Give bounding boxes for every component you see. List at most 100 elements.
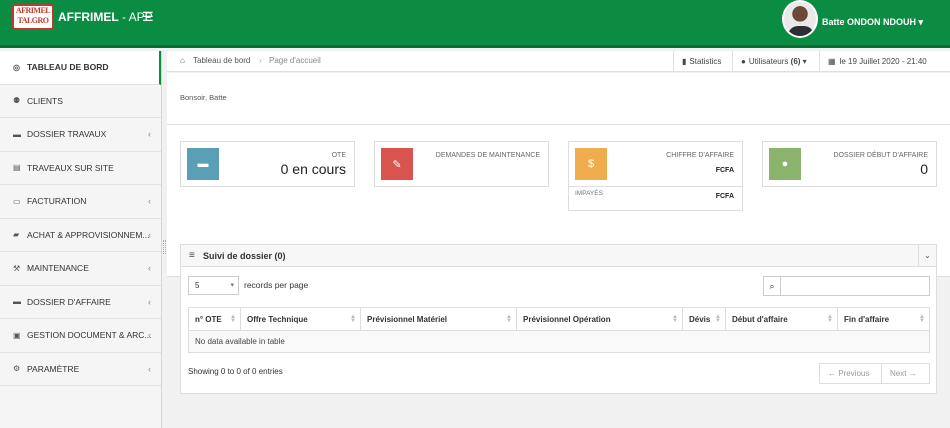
dossier-card-label: DOSSIER DÉBUT D'AFFAIRE (833, 152, 928, 159)
sidebar-item-tableau-de-bord[interactable]: ◎ TABLEAU DE BORD (0, 51, 161, 85)
sidebar-item-label: CLIENTS (27, 95, 63, 106)
column-label: Prévisionnel Matériel (367, 314, 448, 324)
sidebar-item-label: TABLEAU DE BORD (27, 62, 109, 73)
app-brand[interactable]: AFFRIMEL - APP (58, 10, 153, 24)
entries-info: Showing 0 to 0 of 0 entries (188, 367, 283, 376)
chevron-left-icon: ‹ (148, 363, 151, 374)
sidebar-item-achat[interactable]: ▰ ACHAT & APPROVISIONNEM... ‹ (0, 219, 161, 252)
breadcrumb: ⌂ Tableau de bord › Page d'accueil ▮ Sta… (167, 51, 950, 72)
column-header-prev-materiel[interactable]: Prévisionnel Matériel ▲ ▼ (360, 307, 517, 331)
file-icon: ▤ (13, 163, 21, 173)
date-display: ▦ le 19 Juillet 2020 - 21:40 (819, 51, 950, 72)
sidebar-item-clients[interactable]: ⚉ CLIENTS (0, 85, 161, 118)
truck-icon: ▰ (13, 230, 20, 240)
table-row: No data available in table (188, 330, 930, 353)
sidebar-item-gestion-document[interactable]: ▣ GESTION DOCUMENT & ARC... ‹ (0, 319, 161, 353)
sidebar-resize-handle[interactable] (163, 240, 166, 254)
user-menu[interactable]: Batte ONDON NDOUH ▾ (822, 17, 923, 28)
top-navbar: AFRIMEL TALGRO AFFRIMEL - APP ☰ Batte ON… (0, 0, 950, 48)
empty-table-message: No data available in table (188, 330, 930, 353)
records-per-page-label: records per page (244, 280, 309, 290)
column-label: Offre Technique (247, 314, 308, 324)
impayes-label: IMPAYÉS (575, 190, 603, 197)
greeting-section: Bonsoir, Batte (167, 73, 950, 125)
column-label: n° OTE (195, 314, 222, 324)
sidebar-item-dossier-affaire[interactable]: ▬ DOSSIER D'AFFAIRE ‹ (0, 286, 161, 319)
sidebar-item-facturation[interactable]: ▭ FACTURATION ‹ (0, 185, 161, 219)
home-icon: ⌂ (180, 56, 185, 65)
search-input[interactable] (780, 276, 930, 296)
column-label: Fin d'affaire (844, 314, 890, 324)
sort-icon: ▲ ▼ (506, 314, 512, 324)
sort-icon: ▲ ▼ (672, 314, 678, 324)
user-avatar[interactable] (782, 0, 818, 38)
user-icon: ● (769, 148, 801, 180)
logo-text-bottom: TALGRO (17, 16, 49, 25)
dollar-icon: $ (575, 148, 607, 180)
ote-card[interactable]: ▬ OTE 0 en cours (180, 141, 355, 187)
sidebar-item-label: FACTURATION (27, 196, 87, 207)
collapse-chevron-icon[interactable]: ⌄ (918, 245, 936, 267)
caret-down-icon: ▾ (916, 17, 924, 27)
company-logo[interactable]: AFRIMEL TALGRO (12, 4, 54, 30)
sidebar-item-dossier-travaux[interactable]: ▬ DOSSIER TRAVAUX ‹ (0, 118, 161, 152)
chevron-left-icon: ‹ (148, 296, 151, 307)
column-label: Début d'affaire (732, 314, 788, 324)
sidebar-item-label: TRAVEAUX SUR SITE (27, 162, 114, 173)
column-header-fin[interactable]: Fin d'affaire ▲ ▼ (837, 307, 930, 331)
chevron-left-icon: ‹ (148, 129, 151, 140)
column-label: Prévisionnel Opération (523, 314, 611, 324)
chevron-left-icon: ‹ (148, 229, 151, 240)
page-size-value: 5 (195, 281, 200, 290)
caret-down-icon: ▾ (230, 282, 234, 289)
sidebar-item-label: DOSSIER TRAVAUX (27, 129, 107, 140)
credit-card-icon: ▭ (13, 196, 21, 206)
dashboard-icon: ◎ (13, 62, 20, 72)
column-header-debut[interactable]: Début d'affaire ▲ ▼ (725, 307, 838, 331)
breadcrumb-home[interactable]: Tableau de bord (193, 56, 250, 65)
next-button[interactable]: Next → (881, 363, 930, 384)
suivi-dossier-panel: ≡ Suivi de dossier (0) ⌄ 5 ▾ records per… (180, 244, 937, 394)
users-icon: ⚉ (13, 96, 21, 106)
dossier-table: n° OTE ▲ ▼ Offre Technique ▲ ▼ Prévisionnel … (188, 307, 930, 353)
maintenance-card-label: DEMANDES DE MAINTENANCE (435, 152, 540, 159)
logo-text-top: AFRIMEL (15, 6, 51, 15)
sidebar-item-parametre[interactable]: ⚙ PARAMÈTRE ‹ (0, 353, 161, 386)
ote-card-value: 0 en cours (280, 161, 346, 177)
folder-icon: ▬ (13, 129, 21, 139)
chevron-left-icon: ‹ (148, 330, 151, 341)
sort-icon: ▲ ▼ (715, 314, 721, 324)
breadcrumb-separator: › (259, 56, 262, 65)
chevron-left-icon: ‹ (148, 196, 151, 207)
greeting-text: Bonsoir, Batte (180, 93, 227, 102)
sort-icon: ▲ ▼ (919, 314, 925, 324)
sidebar-item-label: GESTION DOCUMENT & ARC... (27, 330, 152, 341)
caret-down-icon: ▾ (800, 57, 807, 66)
previous-button[interactable]: ← Previous (819, 363, 882, 384)
users-dropdown[interactable]: ● Utilisateurs (6) ▾ (732, 51, 819, 72)
chiffre-affaire-card[interactable]: $ CHIFFRE D'AFFAIRE FCFA IMPAYÉS FCFA (568, 141, 743, 211)
sidebar-item-label: ACHAT & APPROVISIONNEM... (27, 229, 150, 240)
sidebar-item-maintenance[interactable]: ⚒ MAINTENANCE ‹ (0, 252, 161, 286)
column-header-devis[interactable]: Dévis ▲ ▼ (682, 307, 726, 331)
page-size-select[interactable]: 5 ▾ (188, 276, 239, 295)
chiffre-card-label: CHIFFRE D'AFFAIRE (666, 152, 734, 159)
column-header-offre[interactable]: Offre Technique ▲ ▼ (240, 307, 361, 331)
ote-card-label: OTE (331, 152, 346, 159)
dossier-debut-card[interactable]: ● DOSSIER DÉBUT D'AFFAIRE 0 (762, 141, 937, 187)
column-header-prev-operation[interactable]: Prévisionnel Opération ▲ ▼ (516, 307, 683, 331)
column-header-ote[interactable]: n° OTE ▲ ▼ (188, 307, 241, 331)
users-label: Utilisateurs (748, 57, 789, 66)
sidebar-item-travaux-sur-site[interactable]: ▤ TRAVEAUX SUR SITE (0, 152, 161, 185)
hamburger-menu-icon[interactable]: ☰ (142, 9, 154, 25)
brand-name: AFFRIMEL (58, 10, 119, 24)
sidebar-item-label: DOSSIER D'AFFAIRE (27, 296, 111, 307)
cogs-icon: ⚙ (13, 364, 21, 374)
breadcrumb-current: Page d'accueil (269, 56, 321, 65)
statistics-label: Statistics (689, 57, 722, 66)
maintenance-card[interactable]: ✎ DEMANDES DE MAINTENANCE (374, 141, 549, 187)
panel-header: ≡ Suivi de dossier (0) ⌄ (181, 245, 936, 267)
statistics-button[interactable]: ▮ Statistics (673, 51, 732, 72)
date-label: le 19 Juillet 2020 - 21:40 (839, 57, 927, 66)
impayes-value: FCFA (715, 193, 734, 200)
